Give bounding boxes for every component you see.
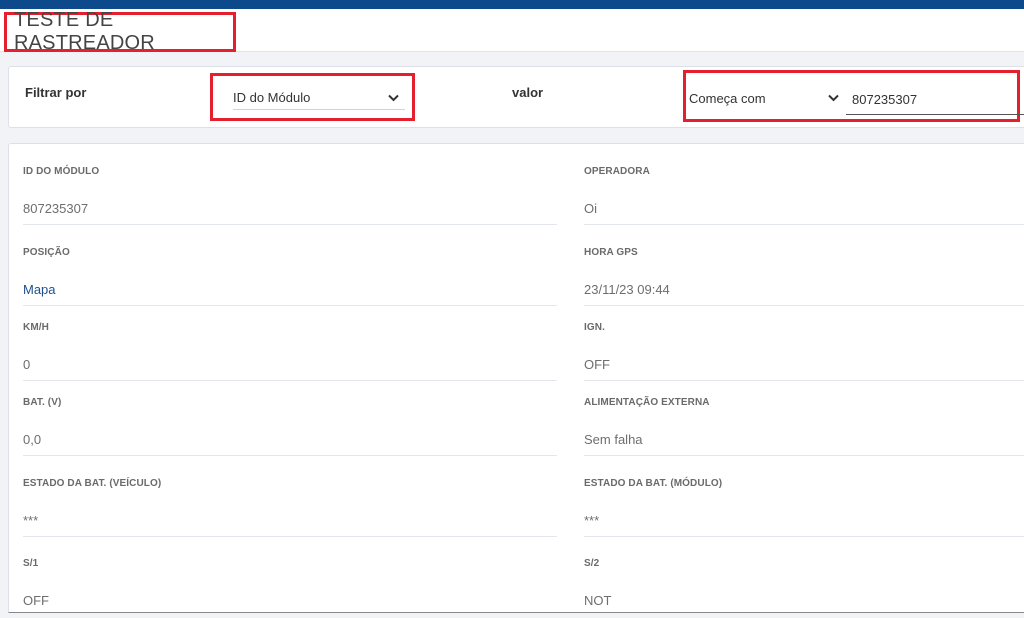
divider	[23, 536, 557, 537]
field-value: ***	[23, 513, 39, 528]
field-value: 0,0	[23, 432, 42, 447]
field-label: BAT. (V)	[23, 397, 62, 408]
filter-by-select[interactable]: ID do Módulo	[233, 86, 405, 110]
field-value: OFF	[23, 593, 49, 608]
value-label: valor	[512, 85, 544, 100]
field-value: 0	[23, 357, 31, 372]
field-battery-voltage: BAT. (V) 0,0	[23, 397, 557, 447]
divider	[584, 224, 1024, 225]
divider	[23, 455, 557, 456]
field-label: S/1	[23, 558, 39, 569]
field-label: ALIMENTAÇÃO EXTERNA	[584, 397, 710, 408]
filter-by-label: Filtrar por	[25, 85, 87, 100]
top-bar	[0, 0, 1024, 9]
field-module-id: ID DO MÓDULO 807235307	[23, 166, 557, 216]
field-vehicle-battery-state: ESTADO DA BAT. (VEÍCULO) ***	[23, 478, 557, 528]
field-label: S/2	[584, 558, 600, 569]
field-value: 807235307	[23, 201, 89, 216]
field-carrier: OPERADORA Oi	[584, 166, 1024, 216]
field-label: ID DO MÓDULO	[23, 166, 100, 177]
page-header: TESTE DE RASTREADOR	[0, 9, 1024, 54]
field-speed: KM/H 0	[23, 322, 557, 372]
field-label: OPERADORA	[584, 166, 650, 177]
divider	[23, 380, 557, 381]
field-module-battery-state: ESTADO DA BAT. (MÓDULO) ***	[584, 478, 1024, 528]
divider	[584, 455, 1024, 456]
field-s1: S/1 OFF	[23, 558, 557, 608]
field-label: ESTADO DA BAT. (MÓDULO)	[584, 478, 723, 489]
chevron-down-icon	[828, 94, 839, 102]
field-gps-time: HORA GPS 23/11/23 09:44	[584, 247, 1024, 297]
match-type-select[interactable]: Começa com	[689, 87, 841, 109]
field-value: ***	[584, 513, 600, 528]
field-external-power: ALIMENTAÇÃO EXTERNA Sem falha	[584, 397, 1024, 447]
divider	[23, 305, 557, 306]
match-type-select-value: Começa com	[689, 90, 766, 106]
tracker-details-panel: ID DO MÓDULO 807235307 OPERADORA Oi POSI…	[8, 143, 1024, 613]
field-value: Oi	[584, 201, 597, 216]
filter-select-highlight: ID do Módulo	[210, 73, 415, 121]
filter-by-select-value: ID do Módulo	[233, 90, 311, 105]
divider	[584, 536, 1024, 537]
value-highlight: Começa com	[683, 70, 1024, 122]
field-s2: S/2 NOT	[584, 558, 1024, 608]
field-label: POSIÇÃO	[23, 247, 70, 258]
field-value: Sem falha	[584, 432, 643, 447]
filter-panel: Filtrar por ID do Módulo valor Começa co…	[8, 66, 1024, 128]
field-label: IGN.	[584, 322, 605, 333]
field-ignition: IGN. OFF	[584, 322, 1024, 372]
chevron-down-icon	[388, 94, 399, 101]
divider	[23, 224, 557, 225]
field-value: NOT	[584, 593, 612, 608]
field-value: OFF	[584, 357, 610, 372]
title-highlight: TESTE DE RASTREADOR	[4, 9, 236, 54]
page-title: TESTE DE RASTREADOR	[14, 9, 155, 54]
field-label: KM/H	[23, 322, 49, 333]
field-label: ESTADO DA BAT. (VEÍCULO)	[23, 478, 162, 489]
value-input[interactable]	[846, 85, 1024, 115]
divider	[584, 305, 1024, 306]
map-link[interactable]: Mapa	[23, 282, 557, 297]
field-position: POSIÇÃO Mapa	[23, 247, 557, 297]
field-label: HORA GPS	[584, 247, 638, 258]
divider	[584, 380, 1024, 381]
field-value: 23/11/23 09:44	[584, 282, 670, 297]
